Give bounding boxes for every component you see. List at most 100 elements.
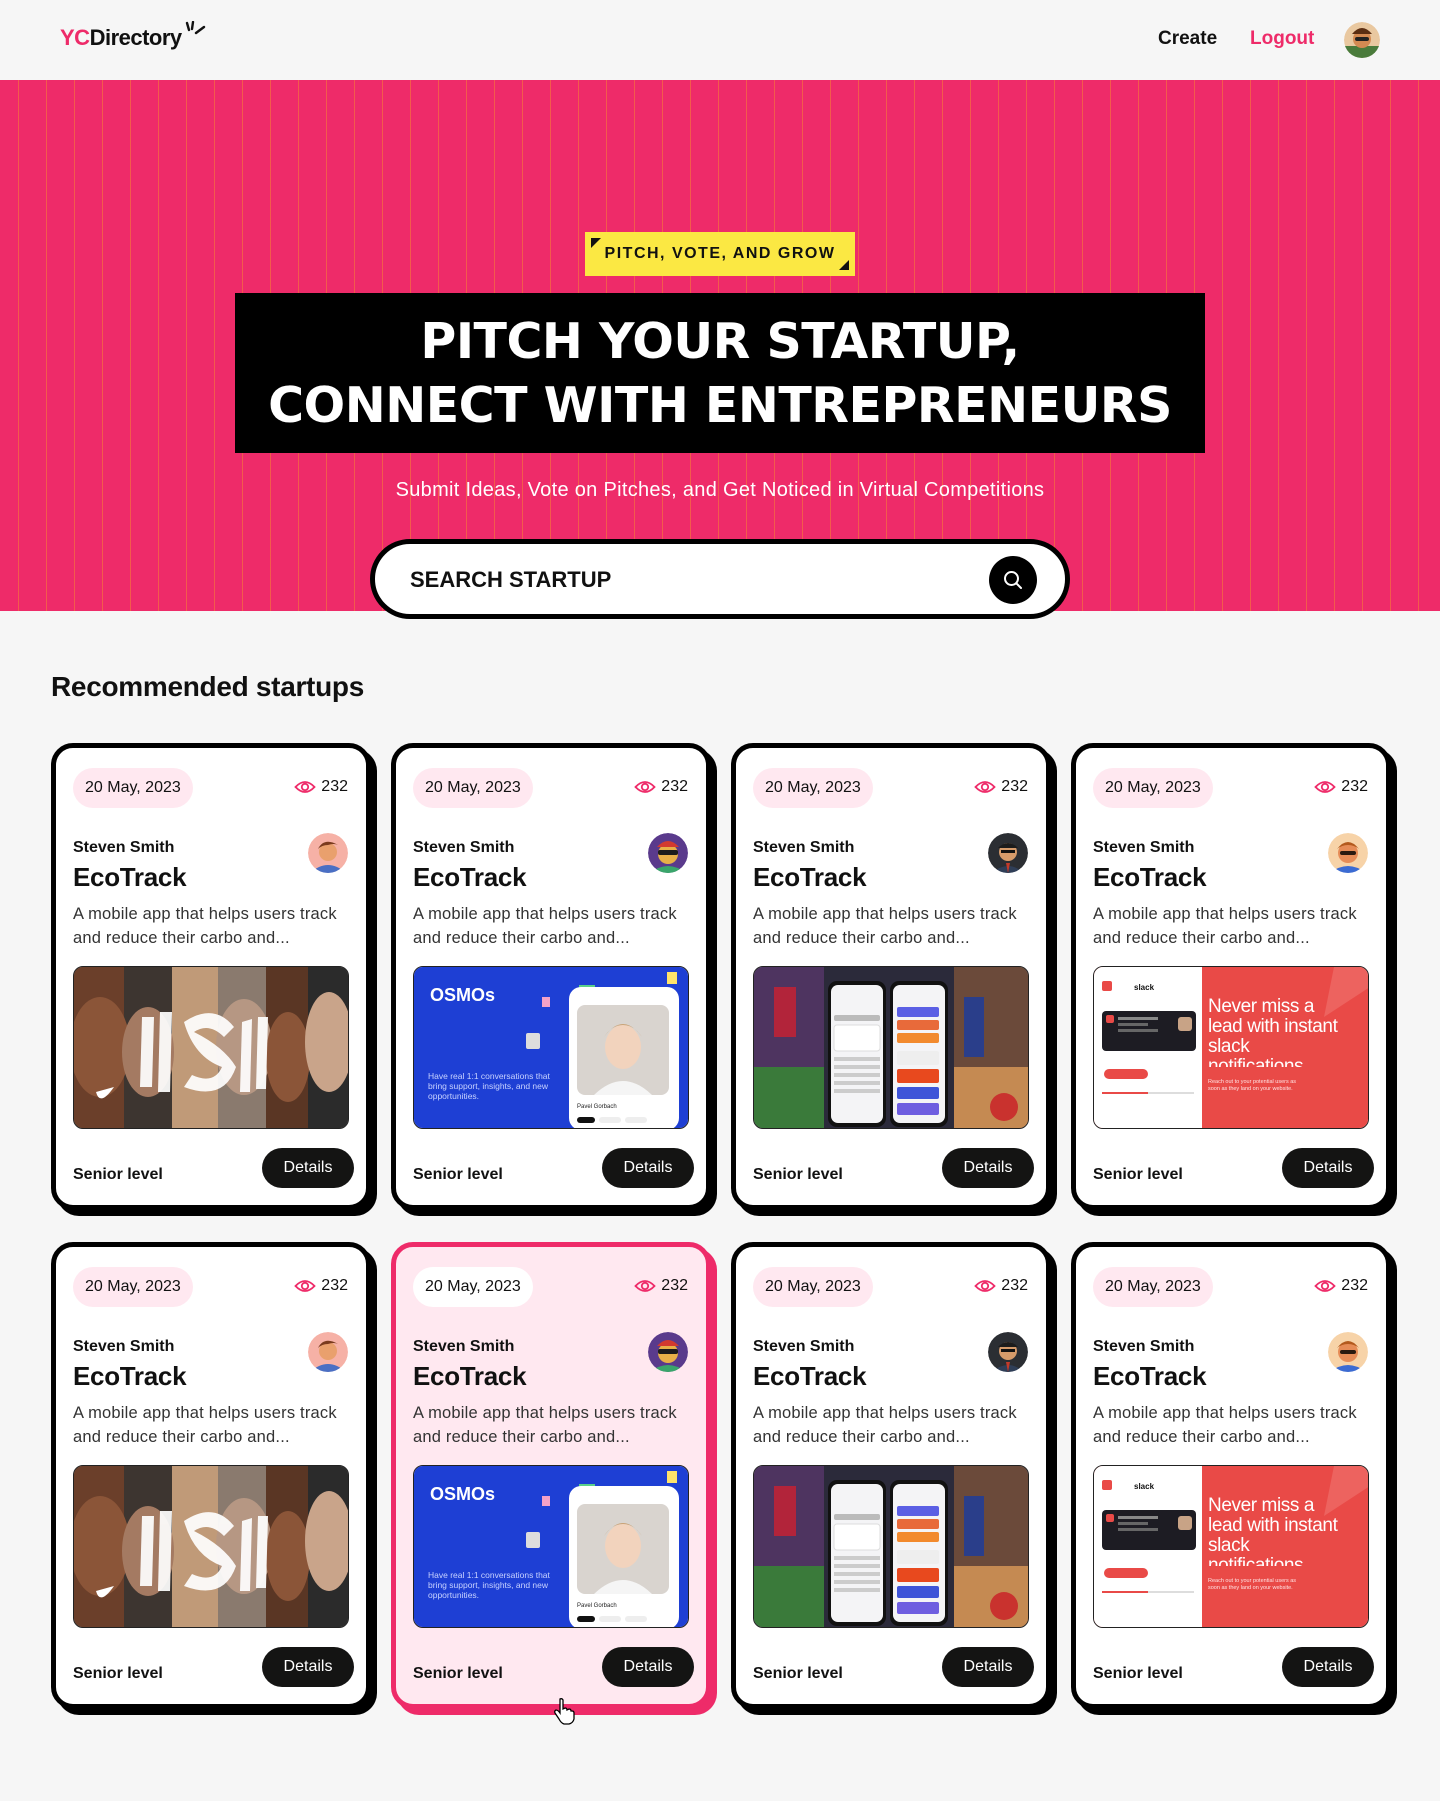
card-title[interactable]: EcoTrack: [1093, 862, 1207, 893]
card-date: 20 May, 2023: [413, 1267, 533, 1307]
card-category[interactable]: Senior level: [413, 1665, 503, 1683]
details-button[interactable]: Details: [1282, 1148, 1374, 1188]
card-image[interactable]: OSMOs Pavel Gorbach Have real 1:1 conver…: [413, 966, 689, 1129]
card-author[interactable]: Steven Smith: [73, 839, 174, 857]
details-button[interactable]: Details: [602, 1148, 694, 1188]
card-image[interactable]: OSMOs Pavel Gorbach Have real 1:1 conver…: [413, 1465, 689, 1628]
slack-headline: Never miss a lead with instant slack not…: [1208, 997, 1338, 1067]
search-button[interactable]: [989, 556, 1037, 604]
card-category[interactable]: Senior level: [1093, 1665, 1183, 1683]
card-category[interactable]: Senior level: [1093, 1166, 1183, 1184]
logout-link[interactable]: Logout: [1250, 28, 1314, 50]
card-views: 232: [634, 778, 688, 796]
eye-icon: [1314, 781, 1337, 793]
card-author-avatar[interactable]: [1328, 833, 1368, 873]
startup-card[interactable]: 20 May, 2023 232 Steven Smith EcoTrack A…: [731, 743, 1051, 1210]
card-date: 20 May, 2023: [413, 768, 533, 808]
startup-card[interactable]: 20 May, 2023 232 Steven Smith EcoTrack A…: [391, 1242, 711, 1709]
hero-subheading: Submit Ideas, Vote on Pitches, and Get N…: [395, 479, 1045, 501]
card-author-avatar[interactable]: [308, 833, 348, 873]
startup-card[interactable]: 20 May, 2023 232 Steven Smith EcoTrack A…: [731, 1242, 1051, 1709]
card-category[interactable]: Senior level: [73, 1665, 163, 1683]
startup-card[interactable]: 20 May, 2023 232 Steven Smith EcoTrack A…: [1071, 1242, 1391, 1709]
thumb-slack-promo: slack Never miss a lead with instant sla…: [1094, 1466, 1368, 1627]
card-views: 232: [294, 778, 348, 796]
hero-section: PITCH, VOTE, AND GROW PITCH YOUR STARTUP…: [0, 80, 1440, 619]
card-view-count: 232: [321, 1277, 348, 1294]
card-image[interactable]: [73, 966, 349, 1129]
card-author[interactable]: Steven Smith: [413, 1338, 514, 1356]
card-view-count: 232: [1001, 778, 1028, 795]
card-title[interactable]: EcoTrack: [753, 862, 867, 893]
card-author[interactable]: Steven Smith: [1093, 1338, 1194, 1356]
eye-icon: [294, 781, 317, 793]
details-button[interactable]: Details: [1282, 1647, 1374, 1687]
details-button[interactable]: Details: [942, 1647, 1034, 1687]
startup-card[interactable]: 20 May, 2023 232 Steven Smith EcoTrack A…: [51, 743, 371, 1210]
card-description: A mobile app that helps users track and …: [1093, 905, 1357, 947]
osmos-profile-name: Pavel Gorbach: [577, 1104, 617, 1110]
create-link[interactable]: Create: [1158, 28, 1217, 50]
eye-icon: [294, 1280, 317, 1292]
card-image[interactable]: [73, 1465, 349, 1628]
osmos-copy: Have real 1:1 conversations that bring s…: [428, 1071, 550, 1101]
card-author[interactable]: Steven Smith: [753, 839, 854, 857]
thumb-sports-app: [754, 967, 1028, 1128]
card-author-avatar[interactable]: [308, 1332, 348, 1372]
card-author[interactable]: Steven Smith: [73, 1338, 174, 1356]
thumb-faces-collage: [74, 1466, 348, 1627]
card-description: A mobile app that helps users track and …: [413, 905, 677, 947]
card-date: 20 May, 2023: [73, 1267, 193, 1307]
card-title[interactable]: EcoTrack: [753, 1361, 867, 1392]
card-author[interactable]: Steven Smith: [1093, 839, 1194, 857]
details-button[interactable]: Details: [942, 1148, 1034, 1188]
mouse-cursor-icon: [554, 1698, 575, 1725]
card-author-avatar[interactable]: [648, 833, 688, 873]
startup-card[interactable]: 20 May, 2023 232 Steven Smith EcoTrack A…: [391, 743, 711, 1210]
osmos-profile-name: Pavel Gorbach: [577, 1603, 617, 1609]
card-image[interactable]: [753, 966, 1029, 1129]
user-avatar[interactable]: [1344, 22, 1380, 58]
card-title[interactable]: EcoTrack: [413, 1361, 527, 1392]
eye-icon: [634, 1280, 657, 1292]
card-title[interactable]: EcoTrack: [73, 1361, 187, 1392]
card-author[interactable]: Steven Smith: [413, 839, 514, 857]
card-view-count: 232: [321, 778, 348, 795]
card-title[interactable]: EcoTrack: [73, 862, 187, 893]
card-category[interactable]: Senior level: [413, 1166, 503, 1184]
card-author[interactable]: Steven Smith: [753, 1338, 854, 1356]
card-author-avatar[interactable]: [988, 1332, 1028, 1372]
startup-card[interactable]: 20 May, 2023 232 Steven Smith EcoTrack A…: [51, 1242, 371, 1709]
osmos-copy: Have real 1:1 conversations that bring s…: [428, 1570, 550, 1600]
search-input[interactable]: [410, 562, 950, 598]
card-category[interactable]: Senior level: [753, 1166, 843, 1184]
card-views: 232: [974, 1277, 1028, 1295]
card-category[interactable]: Senior level: [73, 1166, 163, 1184]
top-navbar: YC Directory Create Logout: [0, 0, 1440, 80]
card-author-avatar[interactable]: [988, 833, 1028, 873]
card-view-count: 232: [1341, 778, 1368, 795]
details-button[interactable]: Details: [262, 1647, 354, 1687]
card-author-avatar[interactable]: [1328, 1332, 1368, 1372]
slack-headline: Never miss a lead with instant slack not…: [1208, 1496, 1338, 1566]
card-author-avatar[interactable]: [648, 1332, 688, 1372]
hero-headline-line-1: PITCH YOUR STARTUP,: [420, 313, 1020, 370]
slack-copy: Reach out to your potential users as soo…: [1208, 1079, 1297, 1092]
card-title[interactable]: EcoTrack: [413, 862, 527, 893]
card-category[interactable]: Senior level: [753, 1665, 843, 1683]
startup-card[interactable]: 20 May, 2023 232 Steven Smith EcoTrack A…: [1071, 743, 1391, 1210]
details-button[interactable]: Details: [602, 1647, 694, 1687]
card-view-count: 232: [661, 1277, 688, 1294]
card-image[interactable]: [753, 1465, 1029, 1628]
card-views: 232: [1314, 1277, 1368, 1295]
card-title[interactable]: EcoTrack: [1093, 1361, 1207, 1392]
logo-prefix: YC: [60, 25, 90, 50]
logo[interactable]: YC Directory: [60, 21, 206, 51]
card-description: A mobile app that helps users track and …: [753, 905, 1017, 947]
eye-icon: [1314, 1280, 1337, 1292]
card-image[interactable]: slack Never miss a lead with instant sla…: [1093, 966, 1369, 1129]
card-description: A mobile app that helps users track and …: [73, 1404, 337, 1446]
card-image[interactable]: slack Never miss a lead with instant sla…: [1093, 1465, 1369, 1628]
details-button[interactable]: Details: [262, 1148, 354, 1188]
card-date: 20 May, 2023: [753, 1267, 873, 1307]
